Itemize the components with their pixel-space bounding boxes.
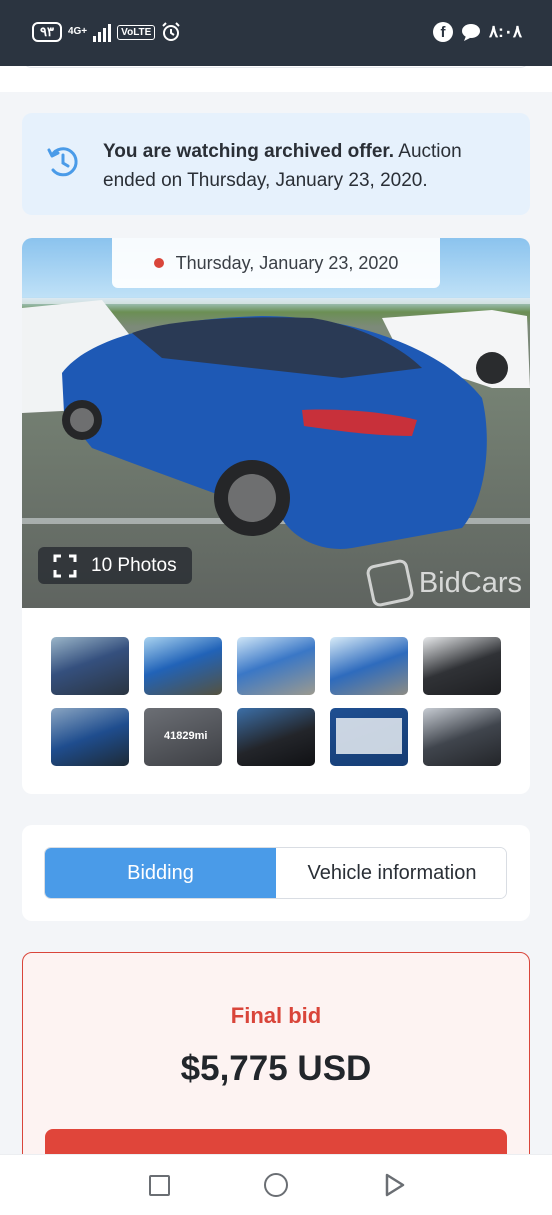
network-type: 4G+ xyxy=(67,26,88,37)
status-right: f ٨:٠٨ xyxy=(432,22,522,42)
fullscreen-icon xyxy=(53,554,77,577)
view-photos-button[interactable]: 10 Photos xyxy=(38,547,192,584)
status-dot-icon xyxy=(153,258,164,268)
tab-bar: Bidding Vehicle information xyxy=(44,847,507,899)
thumbnail-5[interactable] xyxy=(423,637,501,695)
status-bar: ٩٣ 4G+ VoLTE f ٨:٠٨ xyxy=(0,0,552,66)
back-button[interactable] xyxy=(384,1173,406,1197)
volte-icon: VoLTE xyxy=(117,24,156,40)
thumbnail-10[interactable] xyxy=(423,708,501,766)
header-area xyxy=(0,66,552,92)
thumbnail-8[interactable] xyxy=(237,708,315,766)
thumbnail-9[interactable] xyxy=(330,708,408,766)
archived-offer-notice: You are watching archived offer. Auction… xyxy=(22,113,530,215)
photo-gallery-card: Thursday, January 23, 2020 10 Photos Bid… xyxy=(22,238,530,794)
tabs-card: Bidding Vehicle information xyxy=(22,825,530,921)
facebook-icon: f xyxy=(432,22,453,42)
thumbnail-4[interactable] xyxy=(330,637,408,695)
chat-bubble-icon xyxy=(461,24,480,41)
thumbnail-1[interactable] xyxy=(51,637,129,695)
vin-label-image xyxy=(336,718,402,754)
bid-action-button[interactable] xyxy=(45,1129,507,1154)
final-bid-amount: $5,775 USD xyxy=(180,1049,372,1088)
thumbnail-grid: 41829mi xyxy=(51,637,501,766)
final-bid-label: Final bid xyxy=(230,1003,322,1028)
archive-bold-text: You are watching archived offer. xyxy=(103,141,395,162)
thumbnail-7[interactable]: 41829mi xyxy=(144,708,222,766)
alarm-icon xyxy=(162,22,181,41)
final-bid-card: Final bid $5,775 USD xyxy=(22,952,530,1154)
auction-date-banner: Thursday, January 23, 2020 xyxy=(112,238,440,288)
system-nav-bar xyxy=(0,1154,552,1215)
previous-card xyxy=(22,66,530,68)
auction-date: Thursday, January 23, 2020 xyxy=(175,252,399,273)
history-icon xyxy=(47,147,78,177)
photos-count: 10 Photos xyxy=(91,554,177,576)
tab-bidding[interactable]: Bidding xyxy=(45,848,276,898)
page-content: You are watching archived offer. Auction… xyxy=(0,66,552,1154)
bidcars-logo-icon xyxy=(364,558,415,608)
recents-button[interactable] xyxy=(149,1175,170,1196)
status-left: ٩٣ 4G+ VoLTE xyxy=(32,22,181,42)
thumbnail-3[interactable] xyxy=(237,637,315,695)
odometer-reading: 41829mi xyxy=(164,730,208,742)
home-button[interactable] xyxy=(264,1173,288,1197)
watermark-text: BidCars xyxy=(418,566,522,599)
signal-icon xyxy=(93,22,112,42)
main-vehicle-photo[interactable]: Thursday, January 23, 2020 10 Photos Bid… xyxy=(22,238,530,608)
thumbnail-2[interactable] xyxy=(144,637,222,695)
bidcars-watermark: BidCars xyxy=(364,558,522,608)
archive-message: You are watching archived offer. Auction… xyxy=(103,137,503,195)
thumbnail-6[interactable] xyxy=(51,708,129,766)
battery-indicator: ٩٣ xyxy=(32,22,62,42)
tab-vehicle-information[interactable]: Vehicle information xyxy=(276,848,506,898)
clock: ٨:٠٨ xyxy=(488,22,522,41)
